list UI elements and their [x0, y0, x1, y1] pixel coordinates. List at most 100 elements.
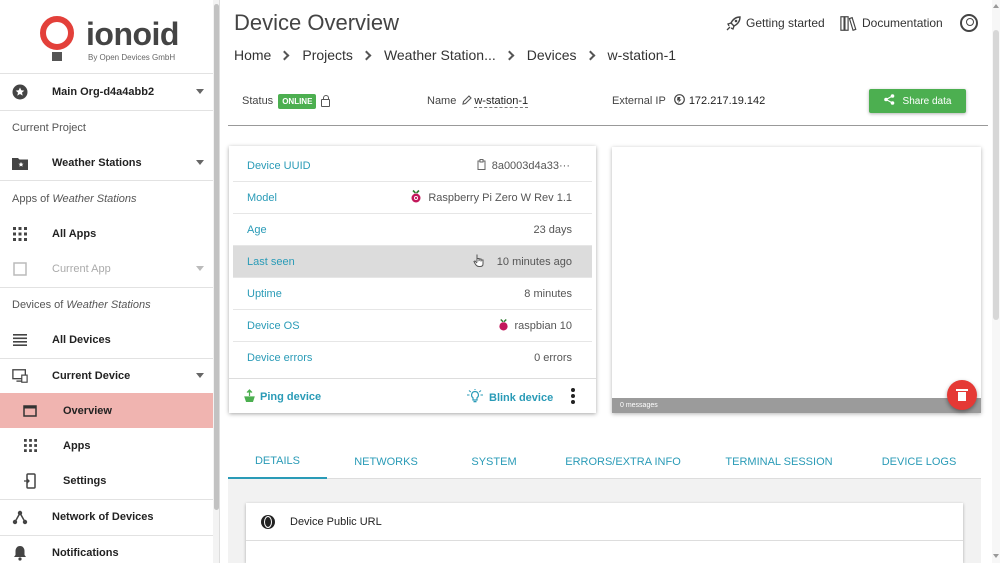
tab-networks[interactable]: NETWORKS	[344, 444, 428, 479]
org-selector[interactable]: Main Org-d4a4abb2	[0, 74, 213, 109]
project-selector[interactable]: Weather Stations	[0, 145, 213, 180]
brand-name: ionoid	[86, 16, 179, 52]
device-uuid-value: 8a0003d4a33···	[491, 159, 570, 172]
sidebar-item-all-apps[interactable]: All Apps	[0, 216, 213, 251]
chevron-down-icon	[196, 89, 204, 94]
page-scrollbar[interactable]	[992, 0, 1000, 563]
device-info-card: Device UUID 8a0003d4a33··· Model Raspber…	[229, 146, 596, 413]
documentation-link[interactable]: Documentation	[840, 14, 943, 32]
rocket-icon	[724, 14, 742, 32]
breadcrumb-devices[interactable]: Devices	[527, 47, 577, 63]
devices-of-label: Devices of Weather Stations	[12, 299, 151, 311]
delete-messages-button[interactable]	[947, 380, 977, 410]
info-row-os: Device OS raspbian 10	[233, 310, 592, 342]
chevron-down-icon	[196, 160, 204, 165]
chevron-right-icon	[504, 50, 515, 60]
chevron-down-icon	[196, 373, 204, 378]
scroll-up-icon[interactable]	[993, 4, 999, 8]
breadcrumb-projects[interactable]: Projects	[302, 47, 353, 63]
breadcrumb-home[interactable]: Home	[234, 47, 271, 63]
lock-icon	[321, 95, 331, 107]
window-icon	[22, 403, 38, 419]
tab-errors-extra-info[interactable]: ERRORS/EXTRA INFO	[560, 444, 686, 479]
list-icon	[12, 332, 28, 348]
breadcrumb: Home Projects Weather Station... Devices…	[234, 46, 676, 64]
info-row-uuid: Device UUID 8a0003d4a33···	[233, 150, 592, 182]
chevron-down-icon	[196, 266, 204, 271]
sidebar-item-overview[interactable]: Overview	[0, 393, 213, 428]
ionoid-logo[interactable]: ionoid By Open Devices GmbH	[38, 12, 188, 64]
tab-system[interactable]: SYSTEM	[459, 444, 529, 479]
brand-tagline: By Open Devices GmbH	[88, 53, 176, 62]
bell-icon	[12, 545, 28, 561]
info-row-uptime: Uptime 8 minutes	[233, 278, 592, 310]
name-field: Name w-station-1	[427, 94, 529, 108]
blink-device-button[interactable]: Blink device	[466, 389, 553, 406]
project-name: Weather Stations	[52, 156, 142, 169]
grid-icon	[12, 226, 28, 242]
device-messages-console: 0 messages	[612, 147, 981, 413]
apps-of-label: Apps of Weather Stations	[12, 193, 137, 205]
network-icon	[12, 509, 28, 525]
page-title: Device Overview	[234, 10, 400, 35]
external-ip-field: External IP 172.217.19.142	[612, 94, 766, 108]
details-section: DETAILS NETWORKS SYSTEM ERRORS/EXTRA INF…	[228, 444, 981, 563]
chevron-right-icon	[585, 50, 595, 60]
ping-device-button[interactable]: Ping device	[244, 389, 321, 405]
sidebar-item-all-devices[interactable]: All Devices	[0, 322, 213, 357]
breadcrumb-project[interactable]: Weather Station...	[384, 47, 496, 63]
external-ip-value: 172.217.19.142	[688, 95, 766, 107]
account-icon[interactable]	[960, 14, 978, 32]
scroll-down-icon[interactable]	[993, 554, 999, 558]
ping-icon	[244, 389, 255, 405]
more-options-icon[interactable]	[570, 388, 576, 404]
lightbulb-icon	[466, 389, 484, 406]
public-ip-icon	[673, 94, 685, 108]
chevron-right-icon	[361, 50, 372, 60]
messages-count: 0 messages	[612, 398, 981, 413]
phone-settings-icon	[22, 472, 38, 489]
sidebar-item-network[interactable]: Network of Devices	[0, 499, 213, 534]
star-icon	[12, 84, 28, 100]
org-name: Main Org-d4a4abb2	[52, 85, 155, 98]
card-actions: Ping device Blink device	[229, 378, 596, 413]
device-public-url-header[interactable]: Device Public URL	[246, 503, 963, 541]
sidebar: ionoid By Open Devices GmbH Main Org-d4a…	[0, 0, 220, 563]
books-icon	[840, 14, 858, 32]
breadcrumb-device: w-station-1	[607, 47, 677, 63]
tab-device-logs[interactable]: DEVICE LOGS	[878, 444, 960, 479]
info-row-errors: Device errors 0 errors	[247, 352, 572, 364]
monitor-device-icon	[12, 368, 28, 384]
getting-started-link[interactable]: Getting started	[724, 14, 825, 32]
hand-cursor-icon	[473, 253, 485, 270]
sidebar-item-apps[interactable]: Apps	[0, 428, 213, 463]
share-icon	[883, 94, 895, 108]
trash-icon	[956, 389, 968, 401]
checkbox-icon	[12, 261, 28, 277]
tab-details[interactable]: DETAILS	[228, 444, 327, 479]
raspbian-icon	[498, 318, 509, 334]
sidebar-item-current-device[interactable]: Current Device	[0, 358, 213, 393]
logo-ring-icon	[40, 16, 74, 50]
globe-icon	[261, 515, 275, 529]
clipboard-icon[interactable]	[477, 158, 486, 173]
info-row-age: Age 23 days	[233, 214, 592, 246]
share-data-button[interactable]: Share data	[869, 89, 966, 113]
grid-icon	[22, 438, 38, 454]
device-status-bar: Status ONLINE Name w-station-1 External …	[228, 78, 988, 126]
info-row-last-seen[interactable]: Last seen 10 minutes ago	[233, 246, 592, 278]
sidebar-item-current-app[interactable]: Current App	[0, 251, 213, 286]
device-public-url-card: Device Public URL	[246, 503, 963, 563]
pencil-icon[interactable]	[462, 94, 473, 108]
chevron-right-icon	[279, 50, 290, 60]
status-field: Status ONLINE	[242, 93, 331, 109]
tab-terminal-session[interactable]: TERMINAL SESSION	[722, 444, 836, 479]
status-badge: ONLINE	[278, 93, 317, 109]
sidebar-item-notifications[interactable]: Notifications	[0, 535, 213, 563]
device-name-editable[interactable]: w-station-1	[474, 95, 529, 108]
info-row-model: Model Raspberry Pi Zero W Rev 1.1	[233, 182, 592, 214]
sidebar-item-settings[interactable]: Settings	[0, 463, 213, 498]
tab-bar: DETAILS NETWORKS SYSTEM ERRORS/EXTRA INF…	[228, 444, 981, 479]
sidebar-scrollbar[interactable]	[213, 0, 219, 563]
folder-star-icon	[12, 155, 28, 171]
